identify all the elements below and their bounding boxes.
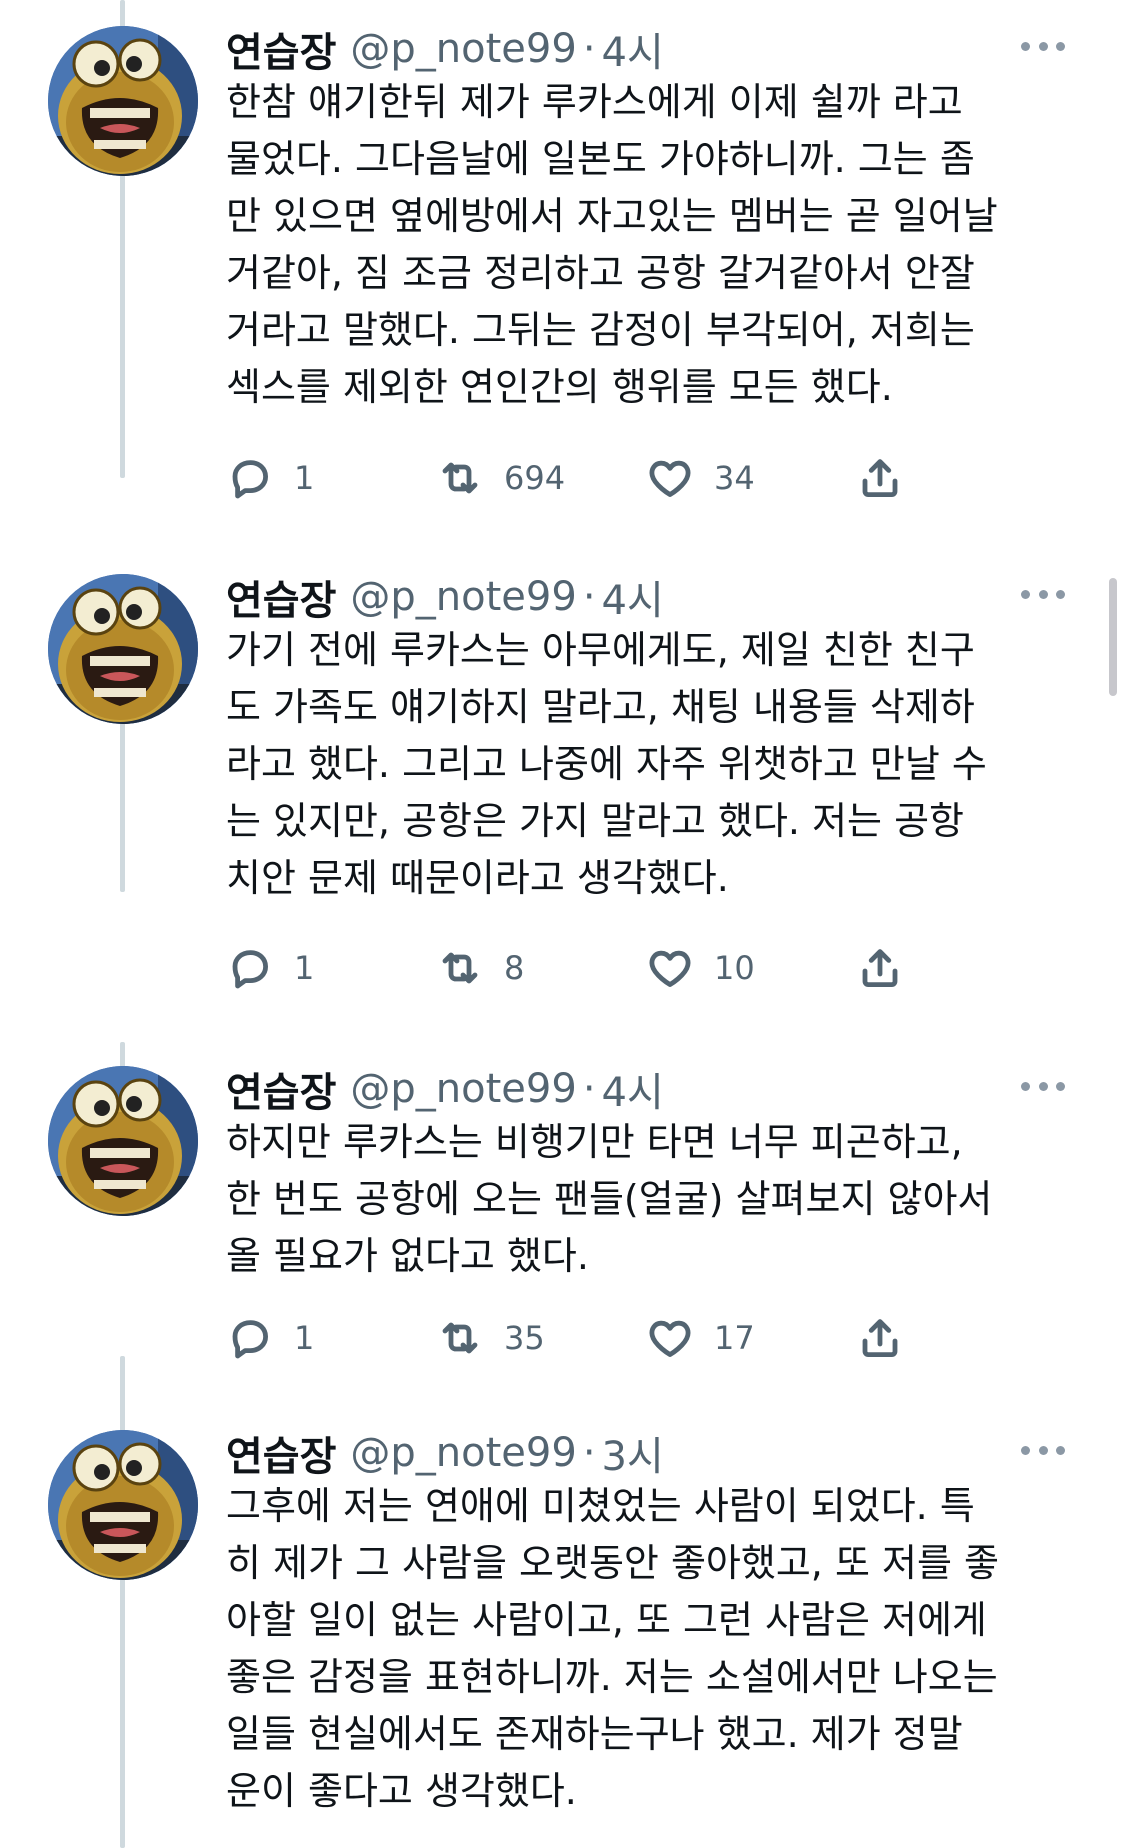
tweet-time[interactable]: 3시 [602, 1424, 664, 1482]
scrollbar[interactable] [1109, 578, 1117, 696]
reply-button[interactable]: 1 [226, 448, 314, 508]
share-icon [856, 944, 904, 992]
avatar[interactable] [48, 26, 198, 176]
tweet-header: 연습장 @p_note99 · 4시 [226, 568, 664, 626]
share-button[interactable] [856, 1308, 904, 1368]
tweet-text-line: 아할 일이 없는 사람이고, 또 그런 사람은 저에게 [226, 1598, 987, 1642]
reply-count: 1 [294, 949, 315, 987]
tweet-text-line: 만 있으면 옆에방에서 자고있는 멤버는 곧 일어날 [226, 194, 998, 238]
retweet-icon [436, 1314, 484, 1362]
retweet-button[interactable]: 35 [436, 1308, 545, 1368]
like-icon [646, 944, 694, 992]
separator-dot: · [582, 1430, 596, 1476]
avatar[interactable] [48, 574, 198, 724]
tweet-time[interactable]: 4시 [602, 568, 664, 626]
tweet-text-line: 올 필요가 없다고 했다. [226, 1234, 589, 1278]
more-icon[interactable] [1021, 1074, 1065, 1098]
tweet-text-line: 한참 얘기한뒤 제가 루카스에게 이제 쉴까 라고 [226, 80, 963, 124]
reply-count: 1 [294, 459, 315, 497]
more-icon[interactable] [1021, 1438, 1065, 1462]
retweet-button[interactable]: 694 [436, 448, 565, 508]
author-handle[interactable]: @p_note99 [350, 574, 576, 620]
retweet-icon [436, 944, 484, 992]
like-button[interactable]: 34 [646, 448, 755, 508]
like-icon [646, 454, 694, 502]
reply-icon [226, 1314, 274, 1362]
tweet-actions: 1 8 10 [226, 938, 966, 998]
retweet-count: 694 [504, 459, 566, 497]
more-icon[interactable] [1021, 34, 1065, 58]
retweet-count: 35 [504, 1319, 545, 1357]
tweet-text-line: 한 번도 공항에 오는 팬들(얼굴) 살펴보지 않아서 [226, 1177, 993, 1221]
tweet-text: 가기 전에 루카스는 아무에게도, 제일 친한 친구 도 가족도 얘기하지 말라… [226, 622, 1096, 907]
tweet-text-line: 하지만 루카스는 비행기만 타면 너무 피곤하고, [226, 1120, 963, 1164]
tweet-header: 연습장 @p_note99 · 4시 [226, 20, 664, 78]
retweet-icon [436, 454, 484, 502]
tweet-text-line: 치안 문제 때문이라고 생각했다. [226, 856, 729, 900]
share-button[interactable] [856, 938, 904, 998]
avatar[interactable] [48, 1066, 198, 1216]
separator-dot: · [582, 26, 596, 72]
tweet-text-line: 가기 전에 루카스는 아무에게도, 제일 친한 친구 [226, 628, 975, 672]
like-count: 34 [714, 459, 755, 497]
share-icon [856, 454, 904, 502]
retweet-button[interactable]: 8 [436, 938, 524, 998]
author-handle[interactable]: @p_note99 [350, 26, 576, 72]
tweet-text-line: 물었다. 그다음날에 일본도 가야하니까. 그는 좀 [226, 137, 975, 181]
reply-icon [226, 944, 274, 992]
author-name[interactable]: 연습장 [226, 568, 336, 626]
separator-dot: · [582, 574, 596, 620]
author-handle[interactable]: @p_note99 [350, 1066, 576, 1112]
tweet-text-line: 좋은 감정을 표현하니까. 저는 소설에서만 나오는 [226, 1655, 998, 1699]
like-count: 10 [714, 949, 755, 987]
tweet-text: 그후에 저는 연애에 미쳤었는 사람이 되었다. 특 히 제가 그 사람을 오랫… [226, 1478, 1096, 1820]
tweet-text-line: 섹스를 제외한 연인간의 행위를 모든 했다. [226, 365, 893, 409]
avatar[interactable] [48, 1430, 198, 1580]
author-handle[interactable]: @p_note99 [350, 1430, 576, 1476]
like-button[interactable]: 10 [646, 938, 755, 998]
tweet-text-line: 그후에 저는 연애에 미쳤었는 사람이 되었다. 특 [226, 1484, 975, 1528]
author-name[interactable]: 연습장 [226, 1424, 336, 1482]
reply-icon [226, 454, 274, 502]
separator-dot: · [582, 1066, 596, 1112]
tweet-text: 하지만 루카스는 비행기만 타면 너무 피곤하고, 한 번도 공항에 오는 팬들… [226, 1114, 1096, 1285]
tweet-actions: 1 35 17 [226, 1308, 966, 1368]
reply-count: 1 [294, 1319, 315, 1357]
author-name[interactable]: 연습장 [226, 1060, 336, 1118]
tweet-header: 연습장 @p_note99 · 4시 [226, 1060, 664, 1118]
more-icon[interactable] [1021, 582, 1065, 606]
tweet-text-line: 거라고 말했다. 그뒤는 감정이 부각되어, 저희는 [226, 308, 975, 352]
reply-button[interactable]: 1 [226, 1308, 314, 1368]
tweet-text-line: 운이 좋다고 생각했다. [226, 1769, 577, 1813]
tweet-actions: 1 694 34 [226, 448, 966, 508]
tweet-text-line: 도 가족도 얘기하지 말라고, 채팅 내용들 삭제하 [226, 685, 975, 729]
tweet-text-line: 는 있지만, 공항은 가지 말라고 했다. 저는 공항 [226, 799, 964, 843]
tweet-text: 한참 얘기한뒤 제가 루카스에게 이제 쉴까 라고 물었다. 그다음날에 일본도… [226, 74, 1096, 416]
tweet-header: 연습장 @p_note99 · 3시 [226, 1424, 664, 1482]
tweet-time[interactable]: 4시 [602, 20, 664, 78]
retweet-count: 8 [504, 949, 525, 987]
tweet-text-line: 히 제가 그 사람을 오랫동안 좋아했고, 또 저를 좋 [226, 1541, 999, 1585]
share-button[interactable] [856, 448, 904, 508]
tweet-text-line: 거같아, 짐 조금 정리하고 공항 갈거같아서 안잘 [226, 251, 975, 295]
like-count: 17 [714, 1319, 755, 1357]
tweet-text-line: 일들 현실에서도 존재하는구나 했고. 제가 정말 [226, 1712, 963, 1756]
tweet-time[interactable]: 4시 [602, 1060, 664, 1118]
like-icon [646, 1314, 694, 1362]
author-name[interactable]: 연습장 [226, 20, 336, 78]
reply-button[interactable]: 1 [226, 938, 314, 998]
share-icon [856, 1314, 904, 1362]
tweet-text-line: 라고 했다. 그리고 나중에 자주 위챗하고 만날 수 [226, 742, 987, 786]
like-button[interactable]: 17 [646, 1308, 755, 1368]
